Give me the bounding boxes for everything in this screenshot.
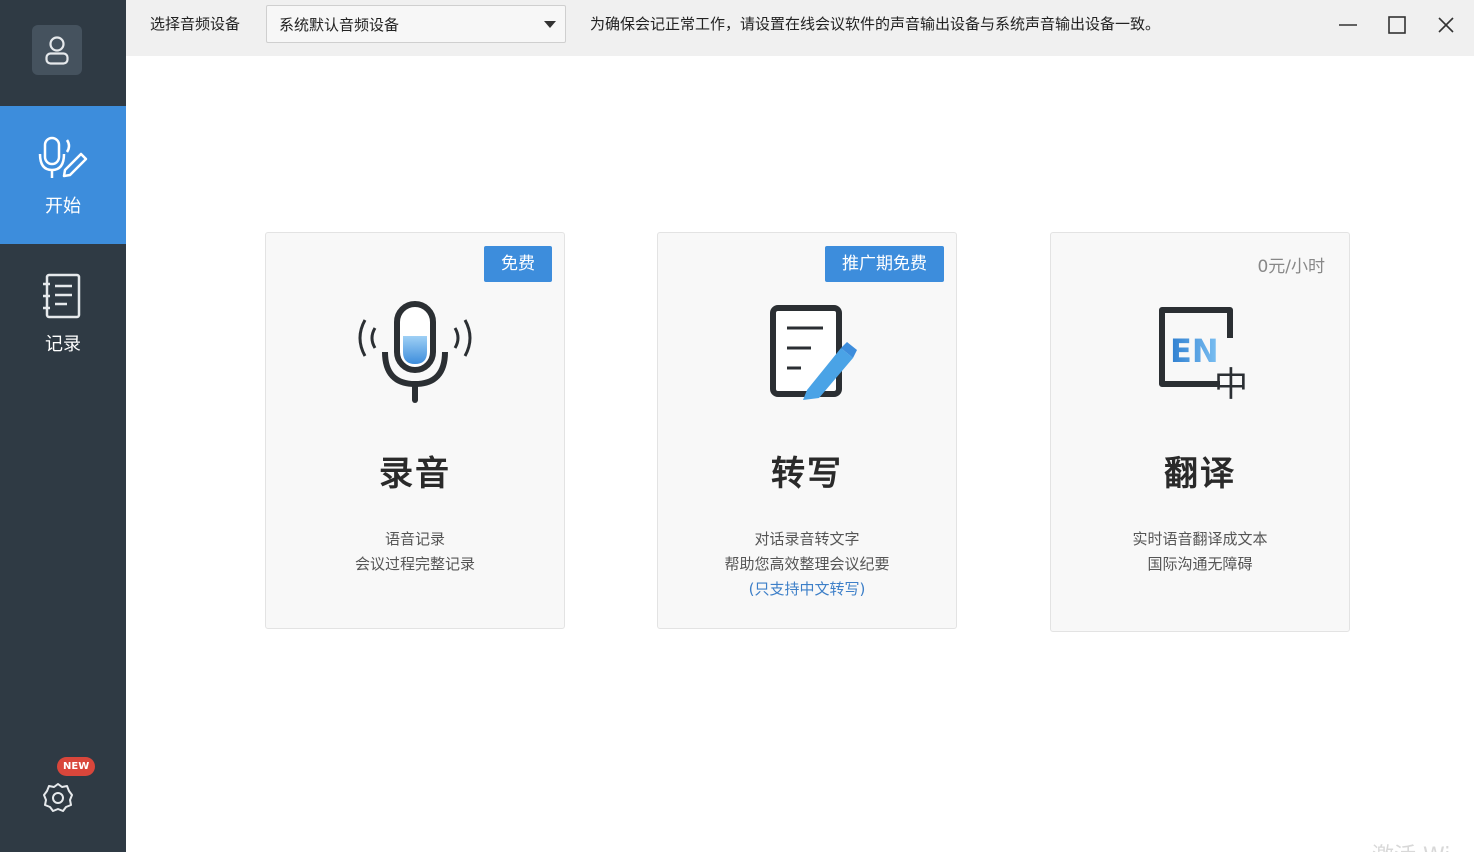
sidebar: 开始 记录 NEW — [0, 0, 126, 852]
close-icon — [1438, 17, 1454, 33]
avatar[interactable] — [32, 25, 82, 75]
notebook-icon — [37, 270, 89, 322]
sidebar-item-records[interactable]: 记录 — [0, 244, 126, 382]
microphone-icon — [350, 299, 480, 404]
card-note: (只支持中文转写) — [748, 580, 866, 598]
device-label: 选择音频设备 — [150, 15, 241, 33]
settings-button[interactable] — [40, 780, 76, 816]
close-button[interactable] — [1426, 8, 1466, 42]
card-desc-line: 会议过程完整记录 — [354, 555, 475, 573]
activation-watermark: 激活 Wi — [1372, 838, 1450, 852]
document-pen-icon — [742, 299, 872, 404]
sidebar-item-label: 开始 — [45, 196, 81, 217]
minimize-icon — [1339, 24, 1357, 26]
card-desc-line: 帮助您高效整理会议纪要 — [724, 555, 890, 573]
price-label: 0元/小时 — [1257, 257, 1325, 277]
card-desc-line: 国际沟通无障碍 — [1147, 555, 1253, 573]
audio-device-value: 系统默认音频设备 — [279, 16, 400, 34]
chevron-down-icon — [544, 21, 556, 28]
mic-pen-icon — [37, 132, 89, 184]
card-desc-line: 实时语音翻译成文本 — [1132, 530, 1268, 548]
new-badge: NEW — [57, 757, 96, 776]
sidebar-item-label: 记录 — [45, 334, 81, 355]
card-title: 转写 — [771, 454, 843, 494]
user-icon — [45, 36, 69, 65]
promo-free-tag: 推广期免费 — [825, 246, 944, 282]
card-description: 语音记录 会议过程完整记录 — [266, 527, 564, 577]
audio-device-select[interactable]: 系统默认音频设备 — [266, 5, 566, 43]
card-title: 录音 — [379, 454, 451, 494]
translate-card[interactable]: 0元/小时 EN 中 翻译 实时语音翻译成文本 国际沟通无障碍 — [1050, 232, 1350, 632]
card-desc-line: 对话录音转文字 — [754, 530, 860, 548]
minimize-button[interactable] — [1328, 8, 1368, 42]
card-title: 翻译 — [1164, 454, 1236, 494]
maximize-icon — [1388, 16, 1406, 34]
maximize-button[interactable] — [1377, 8, 1417, 42]
device-notice: 为确保会记正常工作，请设置在线会议软件的声音输出设备与系统声音输出设备一致。 — [590, 15, 1161, 33]
sidebar-item-start[interactable]: 开始 — [0, 106, 126, 244]
top-bar: 选择音频设备 系统默认音频设备 为确保会记正常工作，请设置在线会议软件的声音输出… — [126, 0, 1474, 56]
free-tag: 免费 — [484, 246, 552, 282]
transcribe-card[interactable]: 推广期免费 转写 对话录音转文字 帮助您高效整理会议纪要 (只支持中文转写) — [657, 232, 957, 629]
translate-en-zh-icon: EN 中 — [1135, 299, 1265, 404]
gear-icon — [43, 783, 73, 812]
card-description: 实时语音翻译成文本 国际沟通无障碍 — [1051, 527, 1349, 577]
icon-zh-text: 中 — [1214, 365, 1248, 402]
icon-en-text: EN — [1170, 332, 1219, 370]
card-description: 对话录音转文字 帮助您高效整理会议纪要 (只支持中文转写) — [658, 527, 956, 602]
card-desc-line: 语音记录 — [384, 530, 445, 548]
record-card[interactable]: 免费 录音 语音记录 会议过程完整记录 — [265, 232, 565, 629]
